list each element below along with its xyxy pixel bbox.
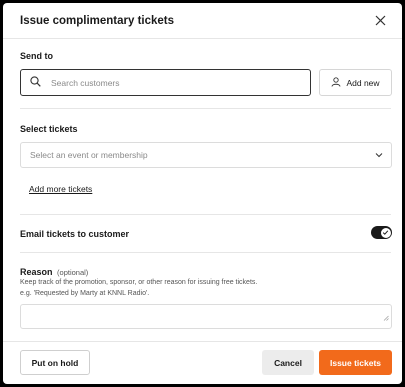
select-tickets-label: Select tickets <box>20 124 78 134</box>
reason-help-text: Keep track of the promotion, sponsor, or… <box>20 279 258 286</box>
send-to-label: Send to <box>20 51 53 61</box>
footer-divider <box>3 341 402 342</box>
add-more-tickets-link[interactable]: Add more tickets <box>29 184 92 194</box>
optional-hint: (optional) <box>57 268 89 277</box>
email-tickets-label: Email tickets to customer <box>20 229 130 239</box>
chevron-down-icon <box>375 150 383 160</box>
select-placeholder: Select an event or membership <box>30 150 148 160</box>
divider <box>20 252 391 253</box>
add-new-customer-button[interactable]: Add new <box>319 69 392 96</box>
issue-tickets-dialog: Issue complimentary tickets Send to Add … <box>3 3 402 384</box>
reason-title: Reason <box>20 267 53 277</box>
reason-label: Reason (optional) <box>20 267 88 277</box>
add-new-label: Add new <box>346 77 380 88</box>
event-membership-select[interactable]: Select an event or membership <box>20 142 392 168</box>
email-tickets-toggle[interactable] <box>371 226 392 239</box>
divider <box>20 214 391 215</box>
customer-search-input[interactable] <box>51 77 291 88</box>
user-icon <box>331 76 341 89</box>
check-icon <box>380 227 391 238</box>
resize-handle-icon[interactable] <box>383 308 389 326</box>
search-icon <box>30 74 41 92</box>
dialog-header: Issue complimentary tickets <box>3 3 402 39</box>
put-on-hold-button[interactable]: Put on hold <box>20 350 90 375</box>
reason-example-text: e.g. 'Requested by Marty at KNNL Radio'. <box>20 290 150 297</box>
issue-tickets-button[interactable]: Issue tickets <box>319 350 392 375</box>
close-icon[interactable] <box>372 13 388 29</box>
customer-search-field[interactable] <box>20 69 311 96</box>
divider <box>20 108 391 109</box>
cancel-button[interactable]: Cancel <box>262 350 314 375</box>
dialog-title: Issue complimentary tickets <box>20 14 175 27</box>
reason-textarea[interactable] <box>20 304 392 329</box>
